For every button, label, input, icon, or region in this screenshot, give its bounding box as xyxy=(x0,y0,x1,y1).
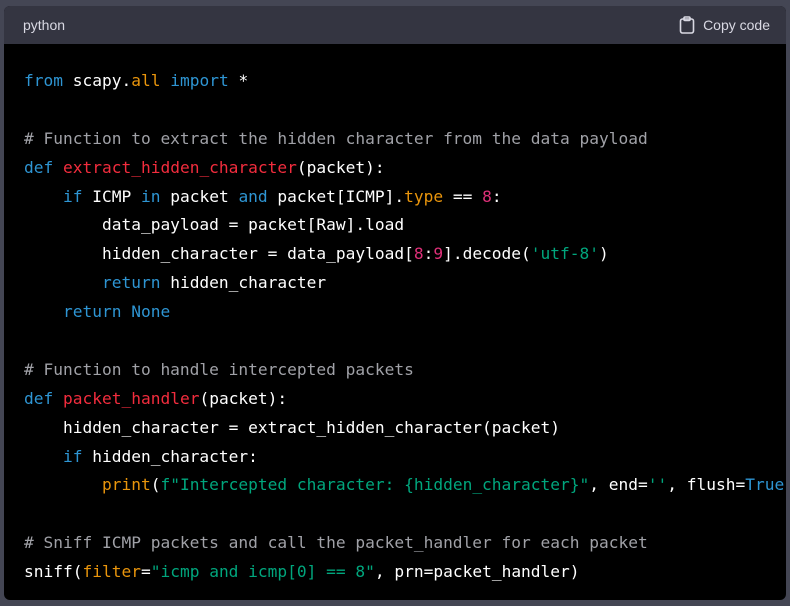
number-token: 8 xyxy=(413,244,424,264)
comment-token: # Sniff ICMP packets and call the packet… xyxy=(24,533,648,553)
language-label: python xyxy=(23,17,66,33)
text-token: : xyxy=(491,186,502,206)
attribute-token: all xyxy=(131,71,161,90)
text-token: (packet): xyxy=(199,388,288,408)
code-line: if ICMP in packet and packet[ICMP].type … xyxy=(24,183,786,212)
code-block-header: python Copy code xyxy=(4,6,786,44)
keyword-token: if xyxy=(62,186,83,206)
code-content[interactable]: from scapy.all import * # Function to ex… xyxy=(4,44,786,587)
text-token: packet xyxy=(160,186,239,206)
number-token: 8 xyxy=(482,186,492,206)
text-token: sniff( xyxy=(24,562,83,582)
keyword-token: return xyxy=(101,273,161,293)
code-line: # Function to extract the hidden charact… xyxy=(24,125,786,154)
keyword-token: def xyxy=(24,157,54,177)
text-token: , flush= xyxy=(667,475,746,495)
code-line: # Function to handle intercepted packets xyxy=(24,356,786,385)
keyword-token: if xyxy=(62,446,83,466)
text-token: : xyxy=(423,244,434,264)
code-line: from scapy.all import * xyxy=(24,67,786,96)
code-line: return hidden_character xyxy=(24,269,786,298)
text-token: ].decode( xyxy=(443,244,531,264)
copy-code-button[interactable]: Copy code xyxy=(679,16,770,34)
keyword-token: def xyxy=(24,388,54,408)
string-token: f"Intercepted character: {hidden_charact… xyxy=(160,475,590,495)
code-line: data_payload = packet[Raw].load xyxy=(24,211,786,240)
attribute-token: print xyxy=(101,475,151,495)
string-token: "icmp and icmp[0] == 8" xyxy=(150,562,375,582)
clipboard-icon xyxy=(679,16,695,34)
code-line: def extract_hidden_character(packet): xyxy=(24,154,786,183)
keyword-token: in xyxy=(140,186,161,206)
keyword-token: from xyxy=(24,71,63,90)
comment-token: # Function to handle intercepted packets xyxy=(24,359,414,379)
code-line: sniff(filter="icmp and icmp[0] == 8", pr… xyxy=(24,558,786,587)
text-token: , end= xyxy=(589,475,648,495)
text-token: , prn=packet_handler) xyxy=(374,562,580,582)
function-name-token: extract_hidden_character xyxy=(63,157,297,177)
text-token: scapy. xyxy=(62,71,132,90)
keyword-token: True xyxy=(745,475,785,495)
keyword-token: and xyxy=(238,186,268,206)
text-token: == xyxy=(443,186,483,206)
number-token: 9 xyxy=(433,244,444,264)
code-line: hidden_character = data_payload[8:9].dec… xyxy=(24,240,786,269)
attribute-token: type xyxy=(404,186,444,206)
text-token: packet[ICMP]. xyxy=(267,186,405,206)
copy-code-label: Copy code xyxy=(703,17,770,33)
code-line: print(f"Intercepted character: {hidden_c… xyxy=(24,471,786,500)
code-line: def packet_handler(packet): xyxy=(24,385,786,414)
function-name-token: packet_handler xyxy=(63,388,200,408)
text-token: ) xyxy=(784,475,786,494)
string-token: '' xyxy=(647,475,668,495)
code-line: if hidden_character: xyxy=(24,443,786,472)
code-block: python Copy code from scapy.all import *… xyxy=(4,6,786,600)
text-token: ( xyxy=(150,475,161,495)
text-token: = xyxy=(140,562,151,582)
keyword-token: None xyxy=(131,302,171,322)
attribute-token: filter xyxy=(82,562,141,582)
code-line: # Sniff ICMP packets and call the packet… xyxy=(24,529,786,558)
string-token: 'utf-8' xyxy=(530,244,600,264)
text-token: ICMP xyxy=(82,186,141,206)
code-line: return None xyxy=(24,298,786,327)
text-token: (packet): xyxy=(296,157,385,177)
text-token: hidden_character = data_payload[ xyxy=(24,244,414,264)
comment-token: # Function to extract the hidden charact… xyxy=(24,128,648,148)
keyword-token: import xyxy=(170,71,229,90)
keyword-token: return xyxy=(62,302,122,322)
text-token: hidden_character = extract_hidden_charac… xyxy=(24,417,561,437)
text-token: * xyxy=(228,71,249,90)
text-token: hidden_character xyxy=(160,273,327,293)
code-line: hidden_character = extract_hidden_charac… xyxy=(24,414,786,443)
text-token: hidden_character: xyxy=(82,446,258,466)
text-token: data_payload = packet[Raw].load xyxy=(24,215,405,235)
text-token: ) xyxy=(599,244,609,264)
